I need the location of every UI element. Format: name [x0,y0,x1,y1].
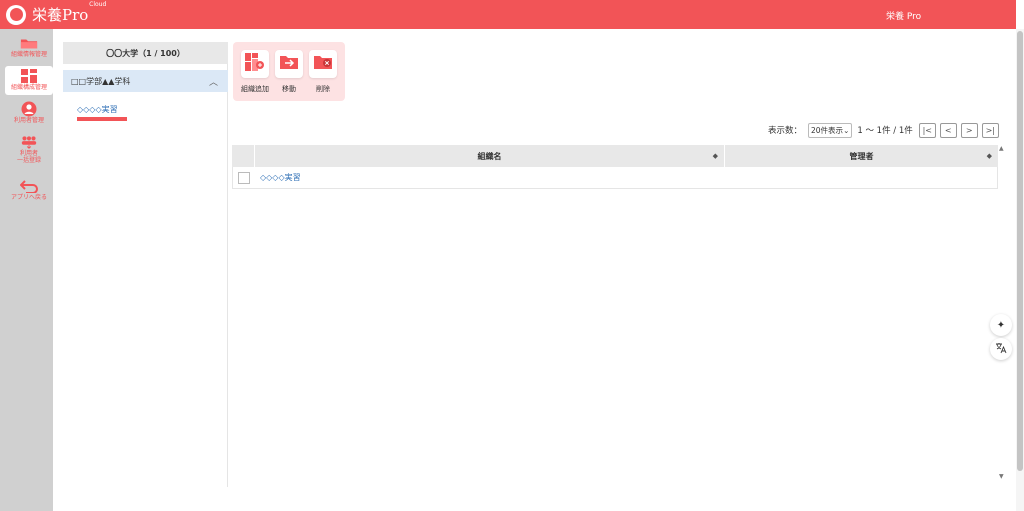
tree-leaf-node[interactable]: ◇◇◇◇実習 [77,104,118,115]
tree-root-node[interactable]: 〇〇大学（1 / 100） [63,42,228,64]
selected-indicator [77,117,127,121]
add-org-icon [245,53,265,75]
page-scroll-thumb[interactable] [1017,31,1023,471]
translate-icon [995,342,1007,357]
delete-label: 削除 [316,85,330,93]
sidebar-item-back-to-app[interactable]: アプリへ戻る [5,176,53,205]
app-header: 栄養Pro Cloud 栄養 Pro [0,0,1024,29]
per-page-label: 表示数： [768,126,803,136]
result-count: 1 〜 1件 / 1件 [857,126,913,136]
ai-sparkle-button[interactable]: ✦ [990,314,1012,336]
sidebar-item-label: 利用者 一括登録 [16,150,41,164]
scroll-up-icon[interactable]: ▲ [999,145,1004,152]
sidebar-item-bulk-register[interactable]: 利用者 一括登録 [5,132,53,172]
table-row: ◇◇◇◇実習 [232,167,998,189]
delete-icon [313,54,333,74]
folder-icon [20,36,38,50]
user-name[interactable]: 栄養 Pro [886,9,921,22]
row-org-name-link[interactable]: ◇◇◇◇実習 [260,172,301,183]
user-icon [20,101,38,117]
chevron-down-icon: ⌄ [843,125,850,135]
prev-page-button[interactable]: < [939,122,957,138]
sidebar-item-users[interactable]: 利用者管理 [5,99,53,128]
table-header: 組織名 ◆ 管理者 ◆ [232,145,998,167]
sidebar: 組織情報管理 組織構成管理 利用者管理 利用者 一括登録 アプリへ戻る [0,29,53,511]
page-scrollbar[interactable] [1016,29,1024,511]
pagination: 表示数： 20件表示 ⌄ 1 〜 1件 / 1件 |< < > >| [768,122,999,138]
header-checkbox-cell [232,145,255,167]
row-checkbox[interactable] [238,171,250,184]
return-icon [20,179,38,193]
sparkle-icon: ✦ [996,319,1006,331]
sidebar-item-label: 組織構成管理 [10,84,47,91]
header-scroll-gap [1016,0,1024,29]
sidebar-item-org-structure[interactable]: 組織構成管理 [5,66,53,95]
sidebar-item-label: 利用者管理 [13,117,44,124]
translate-button[interactable] [990,338,1012,360]
next-page-button[interactable]: > [960,122,978,138]
org-structure-icon [20,69,38,83]
tree-sub-node[interactable]: □□学部▲▲学科 ︿ [63,70,228,92]
org-table: 組織名 ◆ 管理者 ◆ ◇◇◇◇実習 [232,145,998,189]
first-page-button[interactable]: |< [918,122,936,138]
logo-mark-icon [6,4,26,25]
logo-text: 栄養Pro Cloud [32,1,107,24]
column-header-admin[interactable]: 管理者 ◆ [725,145,998,167]
delete-button[interactable] [309,50,337,78]
sidebar-item-org-info[interactable]: 組織情報管理 [5,33,53,62]
sidebar-item-label: 組織情報管理 [10,51,47,58]
action-panel: 組織追加 移動 削除 [233,42,345,101]
users-bulk-icon [20,135,38,149]
tree-sub-label: □□学部▲▲学科 [71,76,131,86]
per-page-select[interactable]: 20件表示 ⌄ [808,122,853,138]
sidebar-item-label: アプリへ戻る [10,194,47,201]
add-org-button[interactable] [241,50,269,78]
column-header-name[interactable]: 組織名 ◆ [255,145,725,167]
app-logo[interactable]: 栄養Pro Cloud [6,1,107,25]
move-button[interactable] [275,50,303,78]
org-tree: 〇〇大学（1 / 100） □□学部▲▲学科 ︿ ◇◇◇◇実習 [63,42,228,487]
scroll-down-icon[interactable]: ▼ [999,473,1004,480]
sort-icon[interactable]: ◆ [987,152,992,160]
move-icon [279,54,299,74]
chevron-up-icon[interactable]: ︿ [209,75,218,88]
last-page-button[interactable]: >| [981,122,999,138]
sort-icon[interactable]: ◆ [713,152,718,160]
